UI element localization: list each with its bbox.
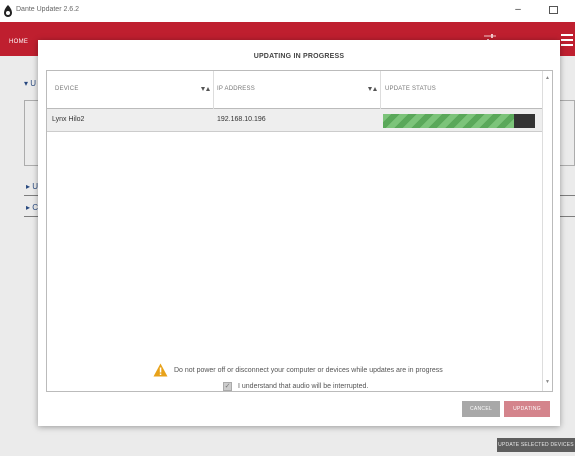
column-header-ip-address[interactable]: IP ADDRESS [217, 86, 255, 92]
column-divider [380, 71, 381, 109]
scroll-down-icon[interactable]: ▼ [545, 379, 550, 385]
hamburger-menu-icon[interactable] [561, 34, 573, 46]
window-title-bar: Dante Updater 2.6.2 – [0, 0, 575, 22]
minimize-button[interactable]: – [511, 4, 525, 18]
sort-icon[interactable] [201, 86, 210, 92]
warning-message: Do not power off or disconnect your comp… [153, 363, 443, 377]
app-logo-icon [4, 5, 12, 17]
cancel-button[interactable]: CANCEL [462, 401, 500, 417]
dialog-title: UPDATING IN PROGRESS [253, 53, 345, 60]
window-title: Dante Updater 2.6.2 [16, 6, 80, 13]
table-header: DEVICE IP ADDRESS UPDATE STATUS [47, 71, 542, 109]
update-progress-bar [383, 114, 535, 128]
table-row[interactable]: Lynx Hilo2 192.168.10.196 [47, 109, 542, 132]
updating-dialog: UPDATING IN PROGRESS DEVICE IP ADDRESS U… [38, 40, 560, 426]
device-table: DEVICE IP ADDRESS UPDATE STATUS Lynx Hil… [46, 70, 553, 392]
home-link[interactable]: HOME [9, 39, 28, 45]
scrollbar[interactable]: ▲ ▼ [542, 71, 552, 391]
checkbox-icon[interactable]: ✓ [223, 382, 232, 391]
maximize-button[interactable] [549, 6, 558, 14]
column-divider [213, 71, 214, 109]
scroll-up-icon[interactable]: ▲ [545, 75, 550, 81]
sort-icon[interactable] [368, 86, 377, 92]
column-header-device[interactable]: DEVICE [55, 86, 79, 92]
progress-fill [383, 114, 514, 128]
column-header-update-status: UPDATE STATUS [385, 86, 436, 92]
updating-button[interactable]: UPDATING [504, 401, 550, 417]
ip-address: 192.168.10.196 [217, 116, 266, 123]
warning-icon [153, 363, 168, 377]
acknowledge-label: I understand that audio will be interrup… [238, 383, 369, 390]
acknowledge-row: ✓ I understand that audio will be interr… [223, 382, 368, 391]
device-name: Lynx Hilo2 [52, 116, 85, 123]
warning-text: Do not power off or disconnect your comp… [174, 366, 443, 374]
